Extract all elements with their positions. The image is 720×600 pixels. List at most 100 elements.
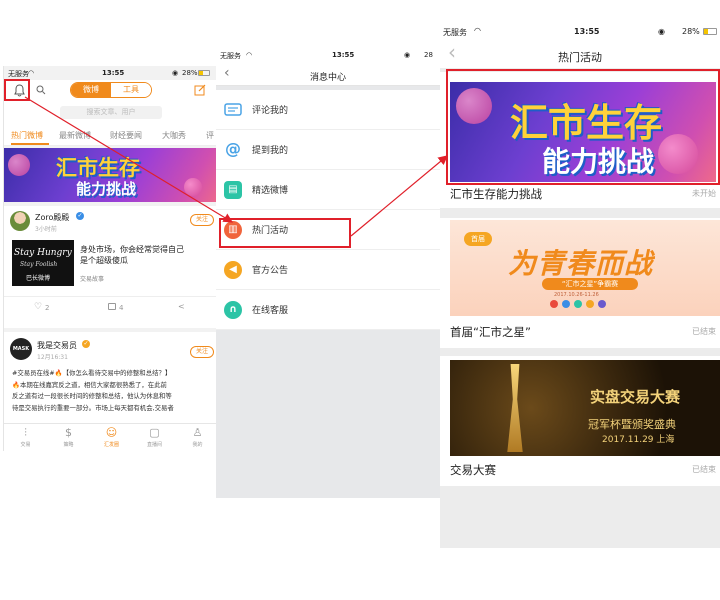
highlight-hot-activities bbox=[219, 218, 351, 248]
follow-button[interactable]: 关注 bbox=[190, 214, 214, 226]
banner-date: 2017.10.26-11.26 bbox=[554, 292, 599, 298]
post-author[interactable]: 我是交易员 bbox=[37, 340, 77, 351]
follow-button[interactable]: 关注 bbox=[190, 346, 214, 358]
menu-comments[interactable]: 评论我的 bbox=[216, 90, 440, 130]
verified-icon: ✓ bbox=[76, 212, 84, 220]
alarm-icon: ◉ bbox=[172, 69, 179, 77]
avatar[interactable] bbox=[10, 211, 30, 231]
avatar[interactable]: MASK bbox=[10, 338, 32, 360]
activity-status: 已结束 bbox=[692, 327, 716, 336]
status-time: 13:55 bbox=[574, 27, 600, 36]
comment-icon bbox=[224, 101, 242, 119]
message-center-screen: 无服务 ◠ 13:55 ◉ 28 ‹ 消息中心 评论我的 @ 提到我的 ▤ 精选… bbox=[216, 48, 440, 498]
menu-support[interactable]: ∩ 在线客服 bbox=[216, 290, 440, 330]
promo-banner[interactable]: 汇市生存 能力挑战 bbox=[4, 148, 218, 202]
status-time: 13:55 bbox=[332, 51, 355, 59]
post-author[interactable]: Zoro殿殿 bbox=[35, 212, 69, 223]
banner-subtitle: 冠军杯暨颁奖盛典 bbox=[588, 418, 676, 431]
active-tab-underline bbox=[11, 143, 49, 145]
tab-more[interactable]: 评 bbox=[206, 130, 214, 141]
people-icon: ☺ bbox=[105, 426, 118, 439]
home-feed-screen: 无服务 ◠ 13:55 ◉ 28% 微博 工具 搜索文章、用户 热门微博 最新微… bbox=[3, 66, 218, 451]
highlight-first-activity bbox=[446, 69, 720, 185]
tab-trade[interactable]: ⫶ 交易 bbox=[4, 424, 47, 451]
battery-percent: 28 bbox=[424, 51, 433, 59]
person-icon: ♙ bbox=[192, 426, 203, 439]
compose-icon[interactable] bbox=[194, 84, 206, 96]
activity-title: 交易大赛 bbox=[450, 463, 496, 477]
first-edition-badge: 首届 bbox=[464, 232, 492, 246]
tab-finance-news[interactable]: 财经要闻 bbox=[110, 130, 142, 141]
comment-count: 4 bbox=[119, 304, 124, 312]
candlestick-icon: ⫶ bbox=[24, 426, 27, 439]
alarm-icon: ◉ bbox=[404, 51, 411, 59]
banner-subtitle: 能力挑战 bbox=[76, 180, 137, 198]
status-time: 13:55 bbox=[102, 69, 125, 77]
status-bar: 无服务 ◠ 13:55 ◉ 28% bbox=[440, 22, 720, 40]
post-thumbnail[interactable]: Stay Hungry Stay Foolish 巴长微博 bbox=[12, 240, 74, 286]
carrier-label: 无服务 bbox=[220, 52, 241, 60]
page-title: 消息中心 bbox=[309, 73, 346, 83]
like-icon[interactable]: ♡ bbox=[34, 302, 42, 312]
tab-bigshots[interactable]: 大咖秀 bbox=[162, 130, 186, 141]
activity-card[interactable]: 实盘交易大赛 冠军杯暨颁奖盛典 2017.11.29 上海 交易大赛 已结束 bbox=[440, 356, 720, 486]
activity-title: 汇市生存能力挑战 bbox=[450, 187, 542, 201]
page-title: 热门活动 bbox=[558, 51, 602, 64]
wifi-icon: ◠ bbox=[474, 26, 481, 35]
thumb-text: Stay Foolish bbox=[20, 261, 58, 268]
activity-banner[interactable]: 首届 为青春而战 “汇市之星”争霸赛 2017.10.26-11.26 bbox=[450, 220, 720, 316]
sponsor-logos bbox=[550, 300, 606, 308]
search-bar[interactable]: 搜索文章、用户 bbox=[4, 102, 218, 124]
menu-announcements[interactable]: ◀ 官方公告 bbox=[216, 250, 440, 290]
segment-weibo[interactable]: 微博 bbox=[71, 83, 111, 97]
feed-tabs: 热门微博 最新微博 财经要闻 大咖秀 评 bbox=[4, 124, 218, 146]
feed-post[interactable]: MASK 我是交易员 ✓ 12月16:31 关注 #交易员在线#🔥【你怎么看待交… bbox=[4, 332, 218, 426]
tab-label: 直播间 bbox=[146, 442, 162, 448]
tab-strategy[interactable]: $ 策略 bbox=[47, 424, 90, 451]
post-content: #交易员在线#🔥【你怎么看待交易中的修整和总结？】 🔥本期在线嘉宾反之道，相信大… bbox=[12, 368, 217, 414]
wifi-icon: ◠ bbox=[246, 51, 253, 59]
comment-icon[interactable] bbox=[108, 303, 116, 310]
segment-tools[interactable]: 工具 bbox=[111, 83, 151, 97]
dollar-icon: $ bbox=[65, 426, 72, 439]
tab-latest-weibo[interactable]: 最新微博 bbox=[59, 130, 91, 141]
alarm-icon: ◉ bbox=[658, 27, 665, 36]
menu-label: 官方公告 bbox=[252, 266, 289, 276]
search-input[interactable]: 搜索文章、用户 bbox=[60, 106, 162, 119]
tab-hot-weibo[interactable]: 热门微博 bbox=[11, 130, 43, 141]
banner-title: 为青春而战 bbox=[508, 247, 654, 280]
like-count: 2 bbox=[45, 304, 50, 312]
document-icon: ▤ bbox=[224, 181, 242, 199]
coin-decoration bbox=[184, 178, 202, 196]
trophy-icon bbox=[507, 364, 523, 452]
tv-icon: ▢ bbox=[149, 426, 160, 439]
tab-label: 策略 bbox=[63, 442, 74, 448]
home-top-bar: 微博 工具 bbox=[4, 80, 218, 102]
tab-community[interactable]: ☺ 汇发圈 bbox=[90, 424, 133, 451]
post-line: 待是交易执行的重要一部分。市场上每天都有机会,交易者 bbox=[12, 403, 174, 412]
battery-icon bbox=[703, 28, 717, 35]
menu-featured[interactable]: ▤ 精选微博 bbox=[216, 170, 440, 210]
bottom-tab-bar: ⫶ 交易 $ 策略 ☺ 汇发圈 ▢ 直播间 ♙ 我的 bbox=[4, 423, 218, 451]
tab-live[interactable]: ▢ 直播间 bbox=[133, 424, 176, 451]
activity-banner[interactable]: 实盘交易大赛 冠军杯暨颁奖盛典 2017.11.29 上海 bbox=[450, 360, 720, 456]
post-line: 🔥本期在线嘉宾反之道，相信大家都很熟悉了，在此前 bbox=[12, 380, 167, 389]
share-icon[interactable]: < bbox=[178, 302, 185, 311]
carrier-label: 无服务 bbox=[443, 28, 467, 37]
tab-profile[interactable]: ♙ 我的 bbox=[176, 424, 218, 451]
tab-label: 汇发圈 bbox=[103, 442, 119, 448]
search-icon[interactable] bbox=[36, 85, 46, 95]
thumb-text: Stay Hungry bbox=[14, 248, 72, 258]
feed-post[interactable]: Zoro殿殿 ✓ 3小时前 关注 Stay Hungry Stay Foolis… bbox=[4, 206, 218, 328]
highlight-bell bbox=[4, 79, 30, 101]
post-source: 交易故事 bbox=[80, 276, 105, 283]
menu-mentions[interactable]: @ 提到我的 bbox=[216, 130, 440, 170]
banner-date: 2017.11.29 上海 bbox=[602, 435, 675, 445]
feed-tool-toggle[interactable]: 微博 工具 bbox=[70, 82, 152, 98]
carrier-label: 无服务 bbox=[8, 70, 29, 78]
activity-card[interactable]: 首届 为青春而战 “汇市之星”争霸赛 2017.10.26-11.26 首届“汇… bbox=[440, 218, 720, 348]
at-icon: @ bbox=[225, 139, 241, 158]
divider bbox=[4, 296, 218, 297]
status-bar: 无服务 ◠ 13:55 ◉ 28% bbox=[4, 66, 218, 80]
battery-percent: 28% bbox=[182, 69, 198, 77]
